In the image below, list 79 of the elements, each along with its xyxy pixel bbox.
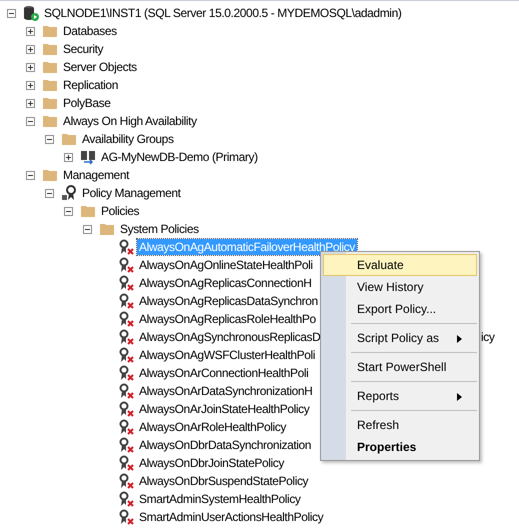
policy-management-icon [61, 185, 77, 201]
expander-icon[interactable] [64, 206, 73, 216]
policy-error-icon [118, 275, 134, 291]
tree-item[interactable]: AlwaysOnArDataSynchronizationH [137, 383, 314, 399]
folder-icon [42, 23, 58, 39]
database-server-icon [23, 5, 39, 21]
tree-item[interactable]: AG-MyNewDB-Demo (Primary) [99, 149, 260, 165]
tree-item[interactable]: SmartAdminUserActionsHealthPolicy [137, 509, 326, 525]
menu-item[interactable]: View History [323, 276, 477, 298]
tree-item[interactable]: AlwaysOnArJoinStateHealthPolicy [137, 401, 312, 417]
folder-icon [42, 95, 58, 111]
menu-item[interactable]: Properties [323, 436, 477, 458]
policy-error-icon [118, 473, 134, 489]
tree-item[interactable]: AlwaysOnAgReplicasConnectionH [137, 275, 314, 291]
tree-item-text: icy [481, 330, 494, 344]
folder-icon [42, 167, 58, 183]
folder-icon [42, 41, 58, 57]
tree-item[interactable]: Databases [61, 23, 119, 39]
expander-icon[interactable] [7, 8, 16, 18]
server-group-icon [80, 149, 96, 165]
tree-item[interactable]: AlwaysOnAgSynchronousReplicasD [137, 329, 322, 345]
tree-item[interactable]: AlwaysOnAgWSFClusterHealthPoli [137, 347, 318, 363]
policy-error-icon [118, 365, 134, 381]
folder-icon [42, 77, 58, 93]
menu-item[interactable]: Reports [323, 385, 477, 407]
tree-item[interactable]: AlwaysOnArConnectionHealthPoli [137, 365, 310, 381]
policy-error-icon [118, 509, 134, 525]
expander-icon[interactable] [45, 188, 54, 198]
policy-error-icon [118, 455, 134, 471]
tree-item[interactable]: Availability Groups [80, 131, 176, 147]
policy-error-icon [118, 347, 134, 363]
expander-icon[interactable] [26, 98, 35, 108]
folder-icon [99, 221, 115, 237]
tree-item[interactable]: AlwaysOnArRoleHealthPolicy [137, 419, 288, 435]
tree-item[interactable]: Policy Management [80, 185, 183, 201]
policy-error-icon [118, 239, 134, 255]
expander-icon[interactable] [45, 134, 54, 144]
tree-item[interactable]: Security [61, 41, 106, 57]
policy-error-icon [118, 491, 134, 507]
policy-error-icon [118, 311, 134, 327]
policy-error-icon [118, 329, 134, 345]
expander-icon[interactable] [26, 62, 35, 72]
tree-item[interactable]: AlwaysOnDbrDataSynchronization [137, 437, 314, 453]
expander-icon[interactable] [83, 224, 92, 234]
folder-icon [42, 113, 58, 129]
menu-item[interactable]: Export Policy... [323, 298, 477, 320]
tree-item[interactable]: AlwaysOnAgReplicasRoleHealthPo [137, 311, 318, 327]
tree-item[interactable]: Always On High Availability [61, 113, 199, 129]
tree-item[interactable]: SQLNODE1\INST1 (SQL Server 15.0.2000.5 - MYDEMOSQL\adadmin) [42, 5, 404, 21]
policy-error-icon [118, 383, 134, 399]
menu-item[interactable]: Script Policy as [323, 327, 477, 349]
expander-icon[interactable] [64, 152, 73, 162]
tree-item[interactable]: Policies [99, 203, 142, 219]
menu-item[interactable]: Evaluate [323, 254, 477, 276]
folder-icon [61, 131, 77, 147]
policy-error-icon [118, 257, 134, 273]
folder-icon [42, 59, 58, 75]
tree-item[interactable]: Server Objects [61, 59, 139, 75]
policy-error-icon [118, 419, 134, 435]
menu-item[interactable]: Refresh [323, 414, 477, 436]
tree-item[interactable]: AlwaysOnAgReplicasDataSynchron [137, 293, 320, 309]
tree-item[interactable]: AlwaysOnDbrSuspendStatePolicy [137, 473, 310, 489]
expander-icon[interactable] [26, 170, 35, 180]
tree-item[interactable]: Management [61, 167, 132, 183]
expander-icon[interactable] [26, 26, 35, 36]
tree-item[interactable]: AlwaysOnAgOnlineStateHealthPoli [137, 257, 315, 273]
expander-icon[interactable] [26, 44, 35, 54]
tree-item[interactable]: SmartAdminSystemHealthPolicy [137, 491, 303, 507]
tree-item[interactable]: System Policies [118, 221, 201, 237]
tree-item[interactable]: PolyBase [61, 95, 112, 111]
policy-error-icon [118, 437, 134, 453]
tree-item[interactable]: Replication [61, 77, 120, 93]
tree-item[interactable]: AlwaysOnDbrJoinStatePolicy [137, 455, 286, 471]
menu-item[interactable]: Start PowerShell [323, 356, 477, 378]
policy-error-icon [118, 293, 134, 309]
folder-icon [80, 203, 96, 219]
policy-error-icon [118, 401, 134, 417]
expander-icon[interactable] [26, 80, 35, 90]
expander-icon[interactable] [26, 116, 35, 126]
